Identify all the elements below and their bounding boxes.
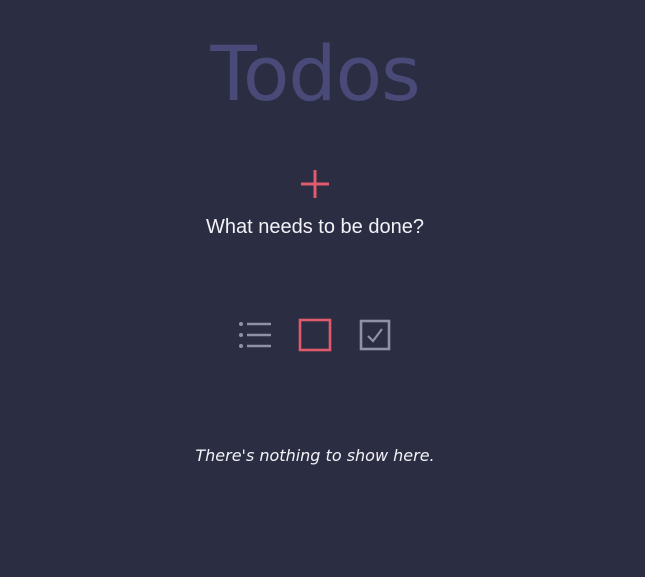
todo-app: Todos What needs to be done? There's not… xyxy=(0,0,645,577)
filter-bar xyxy=(0,317,645,353)
checked-checkbox-icon xyxy=(359,319,391,351)
filter-all-button[interactable] xyxy=(237,317,273,353)
add-todo-button[interactable] xyxy=(297,166,333,202)
empty-state-message: There's nothing to show here. xyxy=(195,446,435,465)
empty-checkbox-icon xyxy=(298,318,332,352)
filter-active-button[interactable] xyxy=(297,317,333,353)
list-icon xyxy=(239,322,271,348)
app-title: Todos xyxy=(210,29,420,118)
plus-icon xyxy=(301,170,329,198)
filter-completed-button[interactable] xyxy=(357,317,393,353)
new-todo-input[interactable] xyxy=(165,212,465,242)
